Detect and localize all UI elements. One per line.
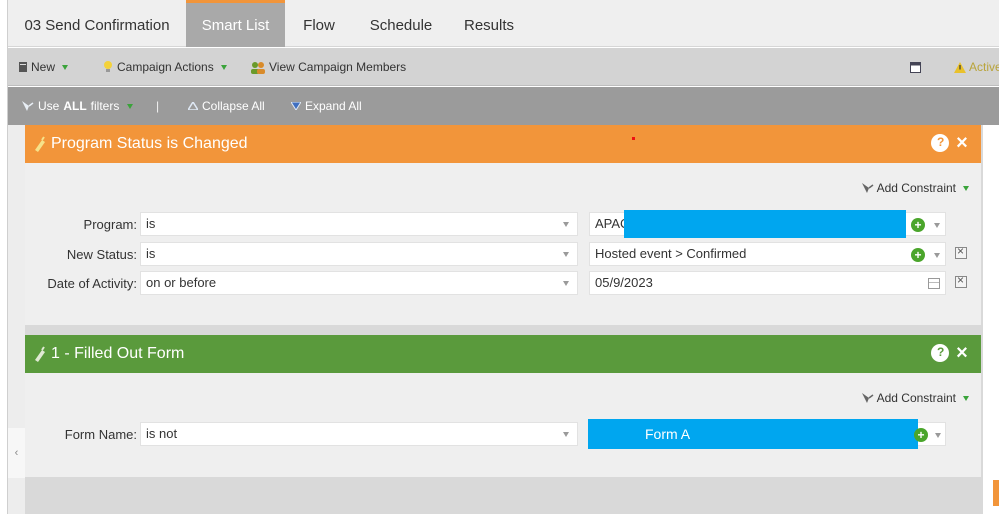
chevron-down-icon[interactable] — [935, 433, 941, 438]
red-marker — [632, 137, 635, 140]
notepad-icon — [19, 62, 27, 72]
date-operator-value: on or before — [146, 275, 217, 290]
new-status-value: Hosted event > Confirmed — [595, 246, 747, 261]
date-of-activity-label: Date of Activity: — [47, 276, 137, 291]
form-name-label: Form Name: — [64, 427, 137, 442]
close-icon[interactable]: × — [953, 343, 971, 363]
new-dropdown-icon — [62, 64, 69, 70]
add-value-icon[interactable]: + — [911, 218, 925, 232]
chevron-down-icon — [563, 252, 569, 257]
delete-row-icon[interactable] — [955, 244, 967, 259]
campaign-actions-button[interactable]: Campaign Actions — [102, 48, 227, 86]
delete-row-icon[interactable] — [955, 273, 967, 288]
date-value: 05/9/2023 — [595, 275, 653, 290]
add-constraint-dropdown-icon — [963, 185, 969, 191]
filter-header[interactable]: Program Status is Changed ? × — [25, 125, 981, 163]
use-all-filters-button[interactable]: Use ALL filters — [21, 87, 134, 125]
tab-results[interactable]: Results — [457, 0, 521, 47]
calendar-icon[interactable] — [928, 278, 940, 289]
new-status-value-select[interactable]: Hosted event > Confirmed — [589, 242, 946, 266]
chevron-down-icon[interactable] — [934, 223, 940, 228]
filter-handle-icon — [35, 346, 45, 362]
toolbar: New Campaign Actions View Campaign Membe… — [8, 48, 999, 86]
filters-label: filters — [90, 99, 120, 113]
lightbulb-icon — [104, 61, 112, 72]
window-button[interactable] — [910, 48, 921, 86]
form-name-operator-select[interactable]: is not — [140, 422, 578, 446]
window-icon — [910, 61, 921, 73]
add-constraint-label: Add Constraint — [876, 181, 956, 195]
filter-handle-icon — [35, 136, 45, 152]
chevron-down-icon — [563, 222, 569, 227]
chevron-down-icon — [563, 281, 569, 286]
expand-all-button[interactable]: Expand All — [291, 87, 362, 125]
filter-block-filled-out-form: 1 - Filled Out Form ? × Add Constraint F… — [25, 335, 981, 477]
right-edge-accent — [993, 480, 999, 506]
filter-header[interactable]: 1 - Filled Out Form ? × — [25, 335, 981, 373]
form-name-operator-value: is not — [146, 426, 178, 441]
use-all-label: ALL — [63, 99, 87, 113]
form-name-value-highlight[interactable]: Form A — [588, 419, 918, 449]
filter-title: Program Status is Changed — [51, 135, 248, 152]
tab-program-name[interactable]: 03 Send Confirmation — [8, 0, 186, 47]
close-icon[interactable]: × — [953, 133, 971, 153]
view-campaign-members-button[interactable]: View Campaign Members — [250, 48, 406, 86]
info-icon[interactable]: ? — [931, 134, 949, 152]
info-icon[interactable]: ? — [931, 344, 949, 362]
separator: | — [156, 99, 160, 113]
add-constraint-button[interactable]: Add Constraint — [861, 391, 969, 405]
expand-all-label: Expand All — [305, 99, 362, 113]
panel-collapse-handle[interactable]: ‹ — [8, 428, 25, 478]
campaign-actions-dropdown-icon — [220, 64, 227, 70]
new-button[interactable]: New — [18, 48, 69, 86]
new-label: New — [31, 60, 56, 74]
use-filters-dropdown-icon — [127, 103, 134, 109]
triangle-up-icon — [188, 102, 198, 110]
filter-block-program-status: Program Status is Changed ? × Add Constr… — [25, 125, 981, 325]
campaign-actions-label: Campaign Actions — [117, 60, 214, 74]
program-operator-select[interactable]: is — [140, 212, 578, 236]
new-status-operator-select[interactable]: is — [140, 242, 578, 266]
date-operator-select[interactable]: on or before — [140, 271, 578, 295]
new-status-operator-value: is — [146, 246, 156, 261]
use-label: Use — [38, 99, 60, 113]
form-name-value: Form A — [645, 426, 691, 442]
new-status-label: New Status: — [66, 247, 137, 262]
people-icon — [251, 61, 265, 74]
tab-flow[interactable]: Flow — [292, 0, 346, 47]
tab-schedule[interactable]: Schedule — [359, 0, 443, 47]
active-label: Active — [969, 60, 999, 74]
filter-funnel-icon — [861, 393, 874, 403]
add-constraint-label: Add Constraint — [876, 391, 956, 405]
add-constraint-button[interactable]: Add Constraint — [861, 181, 969, 195]
filter-funnel-icon — [861, 183, 874, 193]
add-value-icon[interactable]: + — [914, 428, 928, 442]
program-label: Program: — [83, 217, 137, 232]
active-status[interactable]: Active — [954, 48, 999, 86]
filter-bar: Use ALL filters | Collapse All Expand Al… — [8, 87, 999, 125]
tab-bar: 03 Send Confirmation Smart List Flow Sch… — [8, 0, 999, 47]
filter-title: 1 - Filled Out Form — [51, 345, 185, 362]
view-campaign-members-label: View Campaign Members — [269, 60, 407, 74]
program-operator-value: is — [146, 216, 156, 231]
redaction-block — [624, 210, 906, 238]
warning-icon — [954, 61, 966, 73]
add-value-icon[interactable]: + — [911, 248, 925, 262]
collapse-all-label: Collapse All — [202, 99, 265, 113]
chevron-down-icon[interactable] — [934, 253, 940, 258]
triangle-down-icon — [291, 102, 301, 110]
left-edge — [0, 0, 8, 514]
collapse-all-button[interactable]: Collapse All — [188, 87, 265, 125]
chevron-down-icon — [563, 432, 569, 437]
filter-funnel-icon — [22, 101, 34, 111]
add-constraint-dropdown-icon — [963, 395, 969, 401]
date-value-input[interactable]: 05/9/2023 — [589, 271, 946, 295]
right-scroll-strip[interactable] — [983, 125, 999, 514]
tab-smart-list[interactable]: Smart List — [186, 0, 285, 47]
